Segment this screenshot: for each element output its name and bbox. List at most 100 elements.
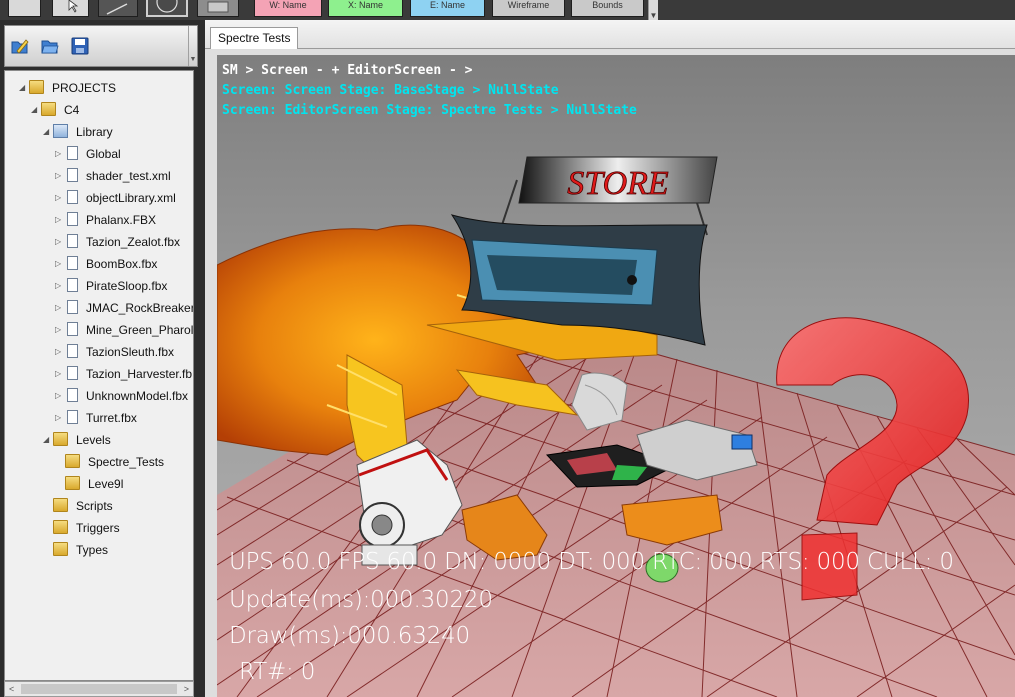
toolbar-overflow-button[interactable]: ▼ [648, 0, 658, 20]
cursor-icon [68, 0, 79, 13]
library-icon [53, 124, 68, 138]
collapsed-arrow-icon[interactable]: ▷ [55, 387, 65, 405]
expanded-arrow-icon[interactable]: ◢ [43, 431, 53, 449]
file-icon [67, 190, 78, 204]
tab-spectre-tests[interactable]: Spectre Tests [210, 27, 299, 49]
rotate-icon [156, 0, 178, 13]
collapsed-arrow-icon[interactable]: ▷ [55, 321, 65, 339]
wireframe-button[interactable]: Wireframe [492, 0, 565, 17]
bounds-button[interactable]: Bounds [571, 0, 644, 17]
camera-tool-button[interactable] [197, 0, 239, 17]
tree-item-label: objectLibrary.xml [86, 191, 176, 205]
tree-item-label: Turret.fbx [86, 411, 137, 425]
camera-icon [207, 1, 229, 13]
scene-viewport[interactable]: STORE SM > Screen - + EditorScreen - > S… [217, 55, 1015, 697]
collapsed-arrow-icon[interactable]: ▷ [55, 211, 65, 229]
tree-item[interactable]: Spectre_Tests [55, 453, 164, 471]
select-tool-button[interactable] [52, 0, 89, 17]
tree-item-label: BoomBox.fbx [86, 257, 158, 271]
file-icon [67, 366, 78, 380]
tree-item[interactable]: ▷ Mine_Green_Pharol [55, 321, 193, 339]
file-icon [67, 256, 78, 270]
collapsed-arrow-icon[interactable]: ▷ [55, 409, 65, 427]
expanded-arrow-icon[interactable]: ◢ [31, 101, 41, 119]
folder-icon [65, 454, 80, 468]
tree-item[interactable]: ▷ objectLibrary.xml [55, 189, 176, 207]
collapsed-arrow-icon[interactable]: ▷ [55, 343, 65, 361]
collapsed-arrow-icon[interactable]: ▷ [55, 167, 65, 185]
explorer-toolbar: ▼ [4, 25, 198, 67]
expanded-arrow-icon[interactable]: ◢ [43, 123, 53, 141]
tree-item[interactable]: ▷ Tazion_Zealot.fbx [55, 233, 180, 251]
open-folder-icon[interactable] [41, 37, 59, 55]
folder-icon [53, 432, 68, 446]
tree-item-label: Leve9l [88, 477, 124, 491]
tree-item-label: Levels [76, 433, 111, 447]
rotate-tool-button[interactable] [146, 0, 188, 17]
tree-item-label: Global [86, 147, 121, 161]
tree-item[interactable]: Scripts [43, 497, 113, 515]
new-tool-button[interactable] [8, 0, 41, 17]
tree-item[interactable]: ◢ Library [43, 123, 113, 141]
tree-item-label: Types [76, 543, 109, 557]
tree-horizontal-scrollbar[interactable]: < > [4, 681, 194, 697]
screen-stage-line-2: Screen: EditorScreen Stage: Spectre Test… [222, 103, 637, 118]
explorer-toolbar-overflow[interactable]: ▼ [188, 26, 197, 66]
render-target-line: RT#: 0 [239, 659, 316, 685]
project-explorer-panel: ▼ ◢ PROJECTS ◢ C4 ◢ Library ▷ Global ▷ shader_tes… [0, 20, 205, 697]
scroll-left-icon[interactable]: < [9, 682, 14, 696]
save-icon[interactable] [71, 37, 89, 55]
scrollbar-thumb[interactable] [21, 684, 177, 694]
x-name-button[interactable]: X: Name [328, 0, 403, 17]
project-tree[interactable]: ◢ PROJECTS ◢ C4 ◢ Library ▷ Global ▷ shader_test.… [4, 70, 194, 681]
tree-item-label: Tazion_Harvester.fb [86, 367, 193, 381]
tree-item-label: Spectre_Tests [88, 455, 165, 469]
collapsed-arrow-icon[interactable]: ▷ [55, 255, 65, 273]
line-tool-button[interactable] [98, 0, 138, 17]
tree-item[interactable]: Leve9l [55, 475, 123, 493]
folder-icon [53, 542, 68, 556]
tree-item[interactable]: Types [43, 541, 108, 559]
folder-icon [65, 476, 80, 490]
tree-item[interactable]: ▷ Turret.fbx [55, 409, 137, 427]
edit-project-icon[interactable] [11, 37, 29, 55]
w-name-button[interactable]: W: Name [254, 0, 322, 17]
tree-item-label: PROJECTS [52, 81, 117, 95]
tree-item[interactable]: ▷ Global [55, 145, 121, 163]
tree-item-label: Triggers [76, 521, 120, 535]
file-icon [67, 300, 78, 314]
collapsed-arrow-icon[interactable]: ▷ [55, 277, 65, 295]
tree-item[interactable]: ▷ UnknownModel.fbx [55, 387, 188, 405]
collapsed-arrow-icon[interactable]: ▷ [55, 233, 65, 251]
tree-item-label: PirateSloop.fbx [86, 279, 168, 293]
tree-item-label: Library [76, 125, 113, 139]
collapsed-arrow-icon[interactable]: ▷ [55, 299, 65, 317]
tree-item[interactable]: ▷ Phalanx.FBX [55, 211, 156, 229]
file-icon [67, 344, 78, 358]
collapsed-arrow-icon[interactable]: ▷ [55, 189, 65, 207]
tree-item[interactable]: ◢ C4 [31, 101, 79, 119]
file-icon [67, 146, 78, 160]
tree-item[interactable]: ◢ PROJECTS [19, 79, 116, 97]
e-name-button[interactable]: E: Name [410, 0, 485, 17]
tree-item[interactable]: ◢ Levels [43, 431, 111, 449]
state-machine-line: SM > Screen - + EditorScreen - > [222, 63, 473, 78]
file-icon [67, 278, 78, 292]
tree-item[interactable]: ▷ JMAC_RockBreaker [55, 299, 193, 317]
tree-item[interactable]: ▷ PirateSloop.fbx [55, 277, 167, 295]
tree-item[interactable]: ▷ TazionSleuth.fbx [55, 343, 174, 361]
collapsed-arrow-icon[interactable]: ▷ [55, 365, 65, 383]
collapsed-arrow-icon[interactable]: ▷ [55, 145, 65, 163]
perf-stats-line: UPS 60.0 FPS 60.0 DN: 0000 DT: 000 RTC: … [229, 549, 954, 575]
file-icon [67, 322, 78, 336]
tree-item[interactable]: ▷ BoomBox.fbx [55, 255, 157, 273]
tree-item[interactable]: ▷ shader_test.xml [55, 167, 171, 185]
tree-item[interactable]: ▷ Tazion_Harvester.fb [55, 365, 192, 383]
document-area: Spectre Tests STORE SM > Screen - + Edit… [205, 20, 1015, 697]
tree-item[interactable]: Triggers [43, 519, 120, 537]
file-icon [67, 212, 78, 226]
tree-item-label: Scripts [76, 499, 113, 513]
expanded-arrow-icon[interactable]: ◢ [19, 79, 29, 97]
tree-item-label: shader_test.xml [86, 169, 171, 183]
scroll-right-icon[interactable]: > [184, 682, 189, 696]
